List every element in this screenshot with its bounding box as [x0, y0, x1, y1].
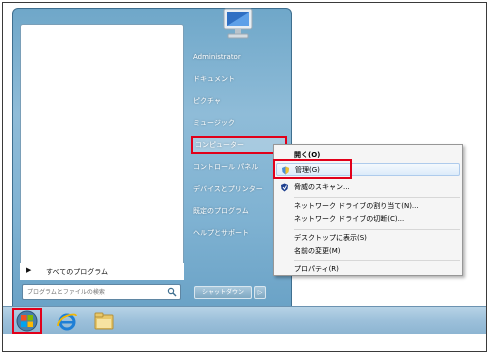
- triangle-right-icon: ▶: [26, 266, 32, 274]
- menu-divider: [294, 197, 460, 198]
- context-item-properties[interactable]: プロパティ(R): [276, 263, 460, 276]
- all-programs-item[interactable]: ▶ すべてのプログラム: [20, 263, 184, 280]
- search-input[interactable]: [27, 286, 157, 298]
- all-programs-label: すべてのプログラム: [46, 268, 109, 276]
- start-item-computer-label: コンピューター: [195, 141, 244, 149]
- search-icon[interactable]: [167, 287, 177, 297]
- pinned-programs-pane: [20, 24, 184, 279]
- shutdown-button[interactable]: シャットダウン: [194, 286, 252, 299]
- windows-logo-icon: [16, 310, 38, 332]
- start-search-box[interactable]: [22, 284, 181, 300]
- screenshot-frame: ▶ すべてのプログラム Administrator ドキュメント ピクチャ ミュ…: [2, 2, 487, 352]
- start-button[interactable]: [12, 308, 42, 334]
- defender-icon: [281, 183, 288, 192]
- start-item-administrator[interactable]: Administrator: [191, 49, 287, 65]
- start-item-documents[interactable]: ドキュメント: [191, 71, 287, 87]
- folder-icon[interactable]: [93, 311, 115, 331]
- menu-divider: [294, 229, 460, 230]
- menu-divider: [294, 260, 460, 261]
- triangle-right-icon: ▷: [257, 289, 263, 296]
- taskbar: [3, 306, 486, 334]
- context-item-threat-scan[interactable]: 脅威のスキャン...: [276, 181, 460, 194]
- manage-highlight-box: [273, 159, 352, 179]
- shutdown-options-button[interactable]: ▷: [254, 286, 266, 299]
- start-item-pictures[interactable]: ピクチャ: [191, 93, 287, 109]
- context-item-show-on-desktop[interactable]: デスクトップに表示(S): [276, 232, 460, 245]
- internet-explorer-icon[interactable]: [56, 310, 78, 332]
- start-menu: ▶ すべてのプログラム Administrator ドキュメント ピクチャ ミュ…: [12, 8, 292, 310]
- context-item-disconnect-network-drive[interactable]: ネットワーク ドライブの切断(C)...: [276, 213, 460, 226]
- monitor-icon[interactable]: [218, 7, 258, 41]
- context-item-rename[interactable]: 名前の変更(M): [276, 245, 460, 258]
- context-item-threat-scan-label: 脅威のスキャン...: [294, 183, 350, 191]
- context-item-map-network-drive[interactable]: ネットワーク ドライブの割り当て(N)...: [276, 200, 460, 213]
- start-item-music[interactable]: ミュージック: [191, 115, 287, 131]
